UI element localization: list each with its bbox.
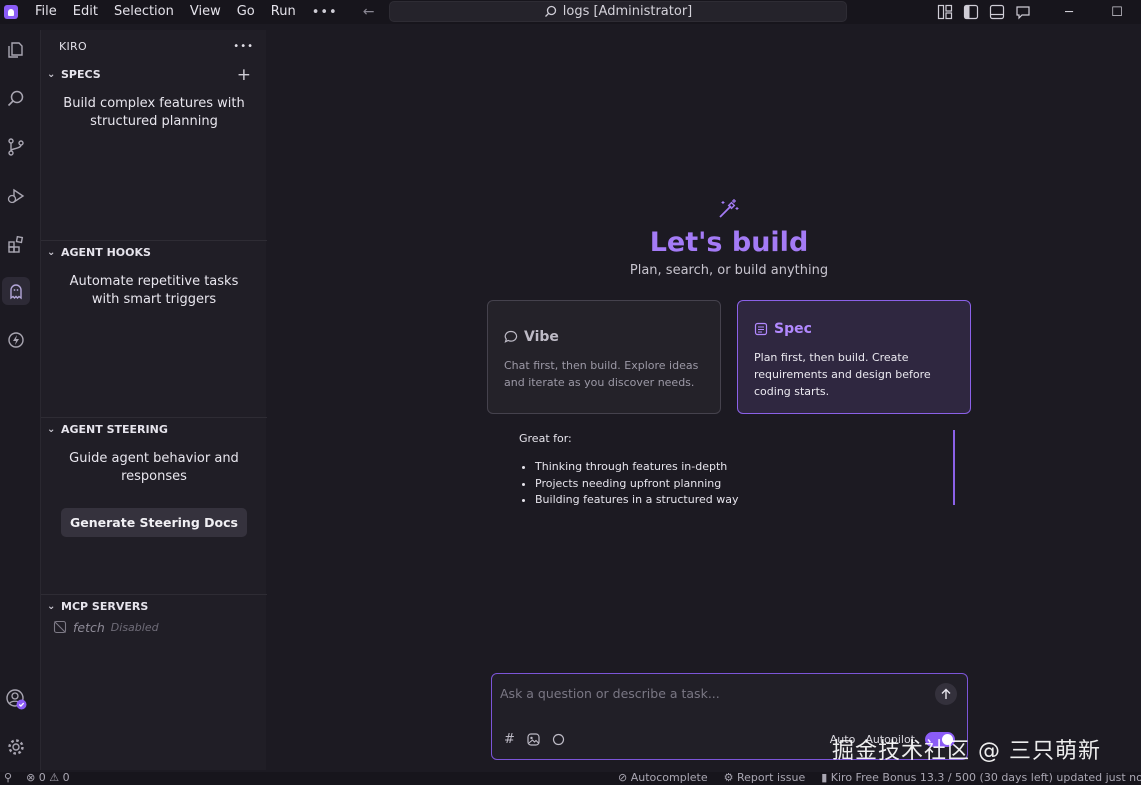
chevron-down-icon: ⌄ — [47, 600, 56, 612]
main-editor-area: Let's build Plan, search, or build anyth… — [272, 30, 1141, 770]
page-subtitle: Plan, search, or build anything — [629, 263, 829, 278]
status-left: ⚲ ⊗ 0 ⚠ 0 — [4, 771, 70, 784]
spec-mode-card[interactable]: Spec Plan first, then build. Create requ… — [737, 300, 971, 414]
explorer-icon[interactable] — [2, 36, 30, 64]
vibe-label: Vibe — [524, 329, 559, 345]
specs-section-header[interactable]: ⌄ SPECS — [41, 63, 267, 85]
add-spec-icon[interactable]: + — [237, 65, 251, 85]
status-right: ⊘ Autocomplete ⚙ Report issue ▮ Kiro Fre… — [618, 771, 1141, 784]
back-arrow-icon[interactable]: ← — [356, 4, 382, 20]
status-bar: ⚲ ⊗ 0 ⚠ 0 ⊘ Autocomplete ⚙ Report issue … — [0, 771, 1141, 785]
page-title: Let's build — [649, 227, 809, 258]
specs-description: Build complex features with structured p… — [63, 96, 245, 129]
vibe-mode-card[interactable]: Vibe Chat first, then build. Explore ide… — [487, 300, 721, 414]
sidebar-more-icon[interactable]: ••• — [233, 41, 254, 52]
titlebar-controls: ─ ☐ — [932, 0, 1141, 24]
agent-steering-description: Guide agent behavior and responses — [69, 451, 239, 484]
customize-layout-icon[interactable] — [937, 4, 953, 20]
agent-hooks-description: Automate repetitive tasks with smart tri… — [69, 274, 239, 307]
specs-section: ⌄ SPECS + Build complex features with st… — [41, 63, 267, 240]
sidebar-header: KIRO ••• — [41, 30, 266, 62]
generate-steering-docs-button[interactable]: Generate Steering Docs — [61, 508, 247, 537]
kiro-logo-icon — [4, 5, 18, 19]
menu-file[interactable]: File — [27, 0, 65, 24]
send-button[interactable] — [935, 683, 957, 705]
mcp-server-name: fetch — [73, 619, 105, 635]
magic-wand-icon — [719, 199, 739, 218]
list-item: Building features in a structured way — [535, 492, 959, 509]
title-bar: File Edit Selection View Go Run ••• ← → … — [0, 0, 1141, 24]
menu-run[interactable]: Run — [263, 0, 304, 24]
account-icon[interactable] — [2, 685, 30, 713]
autocomplete-status[interactable]: ⊘ Autocomplete — [618, 771, 708, 784]
menu-selection[interactable]: Selection — [106, 0, 182, 24]
circle-status-icon[interactable] — [552, 733, 565, 746]
report-issue-link[interactable]: ⚙ Report issue — [724, 771, 806, 784]
kiro-bolt-icon[interactable] — [2, 326, 30, 354]
mcp-servers-section-header[interactable]: ⌄ MCP SERVERS — [41, 595, 267, 617]
spec-card-title: Spec — [754, 321, 954, 337]
mcp-servers-title: MCP SERVERS — [61, 599, 149, 613]
bonus-usage-label: Kiro Free Bonus 13.3 / 500 (30 days left… — [830, 771, 1141, 784]
problems-count[interactable]: ⊗ 0 ⚠ 0 — [26, 771, 70, 784]
hash-context-icon[interactable]: # — [504, 732, 515, 747]
search-icon — [544, 5, 556, 17]
agent-steering-title: AGENT STEERING — [61, 422, 168, 436]
command-center-search[interactable]: logs [Administrator] — [389, 1, 847, 22]
minimize-button[interactable]: ─ — [1045, 0, 1093, 24]
vibe-card-title: Vibe — [504, 329, 704, 345]
menu-edit[interactable]: Edit — [65, 0, 106, 24]
chevron-down-icon: ⌄ — [47, 246, 56, 258]
vibe-description: Chat first, then build. Explore ideas an… — [504, 359, 699, 389]
menu-more-icon[interactable]: ••• — [304, 5, 346, 20]
maximize-button[interactable]: ☐ — [1093, 0, 1141, 24]
agent-hooks-section-header[interactable]: ⌄ AGENT HOOKS — [41, 241, 267, 263]
chat-tools: # — [504, 732, 565, 747]
chat-toggle-icon[interactable] — [1015, 4, 1031, 20]
menu-view[interactable]: View — [182, 0, 229, 24]
search-icon[interactable] — [2, 85, 30, 113]
report-issue-label: Report issue — [737, 771, 806, 784]
document-list-icon — [754, 322, 768, 336]
list-item: Projects needing upfront planning — [535, 476, 959, 493]
extensions-icon[interactable] — [2, 230, 30, 258]
command-center-label: logs [Administrator] — [562, 4, 693, 19]
chat-bubble-icon — [504, 330, 518, 343]
great-for-title: Great for: — [519, 432, 572, 445]
agent-hooks-section: ⌄ AGENT HOOKS Automate repetitive tasks … — [41, 240, 267, 417]
mcp-server-item[interactable]: fetch Disabled — [41, 617, 267, 637]
chat-input[interactable] — [500, 686, 920, 701]
toggle-panel-icon[interactable] — [989, 4, 1005, 20]
arrow-up-icon — [941, 688, 951, 699]
spec-description: Plan first, then build. Create requireme… — [754, 351, 931, 398]
sidebar-title: KIRO — [59, 39, 87, 53]
remote-icon[interactable]: ⚲ — [4, 771, 12, 784]
spec-label: Spec — [774, 321, 812, 337]
settings-gear-icon[interactable] — [2, 733, 30, 761]
menu-go[interactable]: Go — [229, 0, 263, 24]
great-for-list: Great for: Thinking through features in-… — [519, 432, 959, 509]
toggle-sidebar-icon[interactable] — [963, 4, 979, 20]
source-control-icon[interactable] — [2, 133, 30, 161]
activity-bar — [0, 30, 32, 770]
agent-hooks-title: AGENT HOOKS — [61, 245, 151, 259]
server-disabled-icon — [53, 620, 67, 634]
list-item: Thinking through features in-depth — [535, 459, 959, 476]
run-debug-icon[interactable] — [2, 182, 30, 210]
chevron-down-icon: ⌄ — [47, 423, 56, 435]
agent-steering-section-header[interactable]: ⌄ AGENT STEERING — [41, 418, 267, 440]
image-attach-icon[interactable] — [527, 733, 540, 746]
kiro-sidebar: KIRO ••• ⌄ SPECS + Build complex feature… — [40, 30, 267, 770]
autocomplete-label: Autocomplete — [630, 771, 708, 784]
chevron-down-icon: ⌄ — [47, 68, 56, 80]
bonus-usage-status[interactable]: ▮ Kiro Free Bonus 13.3 / 500 (30 days le… — [821, 771, 1141, 784]
agent-steering-section: ⌄ AGENT STEERING Guide agent behavior an… — [41, 417, 267, 594]
mcp-server-status: Disabled — [110, 620, 159, 634]
kiro-ghost-icon[interactable] — [2, 277, 30, 305]
spec-accent-line — [953, 430, 955, 505]
specs-title: SPECS — [61, 67, 101, 81]
watermark-text: 掘金技术社区 @ 三只萌新 — [832, 739, 1101, 764]
mcp-servers-section: ⌄ MCP SERVERS fetch Disabled — [41, 594, 267, 770]
